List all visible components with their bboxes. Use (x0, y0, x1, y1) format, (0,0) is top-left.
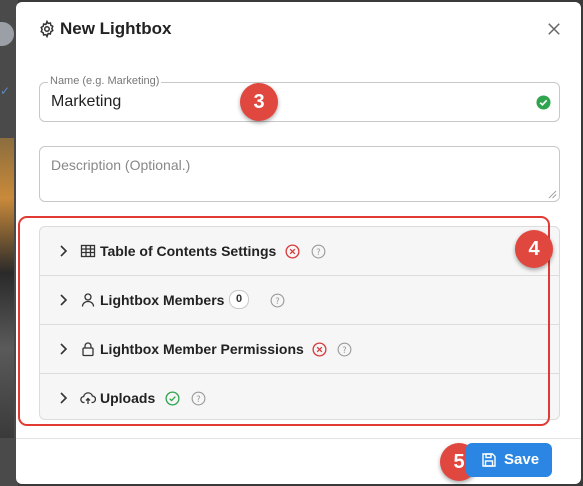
svg-text:?: ? (316, 247, 320, 257)
section-lightbox-members[interactable]: Lightbox Members 0 ? (40, 276, 559, 325)
x-circle-icon (285, 244, 300, 259)
chevron-right-icon (60, 294, 68, 306)
step-badge-4: 4 (515, 230, 553, 268)
save-label: Save (504, 451, 540, 468)
name-field[interactable]: Name (e.g. Marketing) Marketing (39, 75, 560, 122)
svg-text:?: ? (196, 394, 200, 404)
lock-icon (82, 342, 94, 357)
chevron-right-icon (60, 343, 68, 355)
gear-icon (40, 20, 54, 38)
x-circle-icon (312, 342, 327, 357)
chevron-right-icon (60, 245, 68, 257)
section-member-permissions[interactable]: Lightbox Member Permissions ? (40, 325, 559, 374)
svg-text:?: ? (342, 345, 346, 355)
section-label: Lightbox Members (100, 292, 225, 308)
section-table-of-contents[interactable]: Table of Contents Settings ? (40, 227, 559, 276)
background-control (0, 22, 14, 46)
member-count-badge: 0 (229, 290, 249, 309)
description-field[interactable]: Description (Optional.) (39, 146, 560, 202)
background-photo (0, 138, 14, 438)
section-label: Uploads (100, 390, 156, 406)
help-icon[interactable]: ? (337, 342, 352, 357)
chevron-right-icon (60, 392, 68, 404)
modal-title: New Lightbox (60, 19, 172, 38)
section-label: Table of Contents Settings (100, 243, 277, 259)
user-icon (81, 293, 95, 307)
save-button[interactable]: Save (466, 443, 552, 477)
background-check-icon: ✓ (0, 84, 11, 98)
check-circle-icon (536, 95, 551, 110)
name-input[interactable]: Marketing (51, 93, 121, 111)
section-label: Lightbox Member Permissions (100, 341, 304, 357)
cloud-upload-icon (80, 392, 96, 404)
modal-header: New Lightbox (16, 2, 581, 58)
svg-text:?: ? (275, 296, 279, 306)
table-icon (80, 244, 96, 258)
description-input[interactable]: Description (Optional.) (51, 157, 190, 173)
help-icon[interactable]: ? (191, 391, 206, 406)
check-circle-icon (165, 391, 180, 406)
resize-handle-icon[interactable] (548, 190, 557, 199)
help-icon[interactable]: ? (270, 293, 285, 308)
close-icon[interactable] (545, 20, 563, 38)
name-field-label: Name (e.g. Marketing) (48, 75, 162, 87)
help-icon[interactable]: ? (311, 244, 326, 259)
settings-accordion: Table of Contents Settings ? Lightbox Me… (39, 226, 560, 420)
step-badge-3: 3 (240, 83, 278, 121)
new-lightbox-modal: New Lightbox Name (e.g. Marketing) Marke… (16, 2, 581, 484)
floppy-disk-icon (482, 453, 496, 467)
section-uploads[interactable]: Uploads ? (40, 374, 559, 419)
